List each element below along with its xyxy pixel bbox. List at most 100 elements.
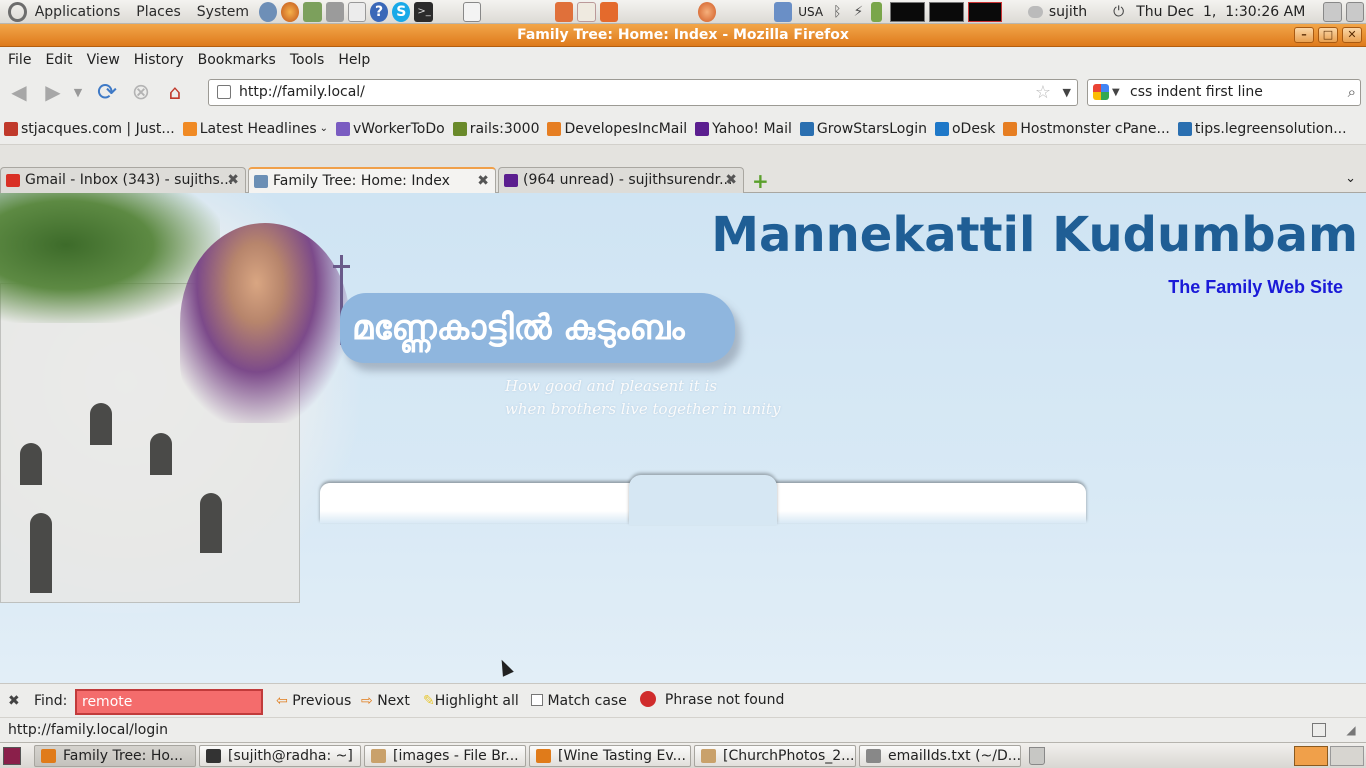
- search-magnifier-icon[interactable]: ⌕: [1348, 80, 1356, 105]
- system-monitor-memory[interactable]: [928, 1, 964, 22]
- places-menu[interactable]: Places: [128, 4, 189, 20]
- terminal-launcher-icon[interactable]: >_: [414, 1, 433, 22]
- battery-icon[interactable]: [871, 1, 883, 22]
- find-next-button[interactable]: ⇨ Next: [361, 693, 410, 709]
- site-nav-tab[interactable]: [629, 475, 777, 525]
- tab-gmail[interactable]: Gmail - Inbox (343) - sujiths... ✖: [0, 167, 246, 193]
- bookmark-item[interactable]: Latest Headlines ⌄: [182, 120, 328, 137]
- folder-launcher-icon[interactable]: [599, 1, 618, 22]
- search-engine-dropdown-icon[interactable]: ▼: [1112, 80, 1120, 105]
- list-all-tabs-chevron-icon[interactable]: ⌄: [1345, 171, 1356, 186]
- file-manager-launcher-icon[interactable]: [303, 1, 322, 22]
- help-launcher-icon[interactable]: ?: [370, 1, 389, 22]
- bookmark-item[interactable]: rails:3000: [452, 121, 539, 137]
- network-icon[interactable]: ⚡: [853, 4, 863, 20]
- window-titlebar[interactable]: Family Tree: Home: Index - Mozilla Firef…: [0, 24, 1366, 47]
- workspace-switcher-icon[interactable]: [1345, 1, 1365, 22]
- keyboard-layout-indicator[interactable]: USA: [798, 5, 823, 19]
- taskbar-item-email-ids[interactable]: emailIds.txt (~/D...: [859, 745, 1021, 767]
- skype-launcher-icon[interactable]: S: [392, 1, 411, 22]
- bookmark-star-icon[interactable]: ☆: [1035, 80, 1051, 105]
- history-dropdown-icon[interactable]: ▼: [68, 86, 88, 99]
- bookmark-item[interactable]: GrowStarsLogin: [799, 121, 927, 137]
- flag-icon[interactable]: [774, 1, 793, 22]
- home-folder-launcher-icon[interactable]: [555, 1, 574, 22]
- close-window-button[interactable]: ✕: [1342, 27, 1362, 43]
- reload-icon[interactable]: ⟳: [92, 77, 122, 107]
- bookmark-item[interactable]: Hostmonster cPane...: [1003, 121, 1170, 137]
- stop-icon[interactable]: ⊗: [126, 77, 156, 107]
- menu-edit[interactable]: Edit: [39, 52, 78, 68]
- trash-icon[interactable]: [1029, 747, 1045, 765]
- chat-status-icon[interactable]: [1028, 5, 1043, 18]
- resize-grip-icon[interactable]: ◢: [1344, 723, 1358, 737]
- tab-family-tree[interactable]: Family Tree: Home: Index ✖: [248, 167, 496, 194]
- show-desktop-icon[interactable]: [3, 747, 21, 765]
- menu-history[interactable]: History: [128, 52, 190, 68]
- pidgin-launcher-icon[interactable]: [258, 1, 278, 22]
- workspace-1-icon[interactable]: [1294, 746, 1328, 766]
- bookmark-label: Latest Headlines: [199, 120, 317, 137]
- notes-launcher-icon[interactable]: [462, 1, 482, 22]
- url-dropdown-icon[interactable]: ▼: [1063, 80, 1071, 105]
- find-input[interactable]: remote: [75, 689, 263, 715]
- search-bar[interactable]: ▼ css indent first line ⌕: [1087, 79, 1361, 106]
- documents-launcher-icon[interactable]: [577, 1, 596, 22]
- back-arrow-icon[interactable]: ◀: [4, 77, 34, 107]
- taskbar-item-terminal[interactable]: [sujith@radha: ~]: [199, 745, 361, 767]
- bookmark-favicon-icon: [799, 121, 814, 136]
- find-previous-button[interactable]: ⇦ Previous: [276, 693, 351, 709]
- close-tab-icon[interactable]: ✖: [227, 168, 239, 192]
- bookmark-item[interactable]: stjacques.com | Just...: [4, 121, 175, 137]
- maximize-window-button[interactable]: □: [1318, 27, 1338, 43]
- site-identity-icon[interactable]: [217, 85, 231, 99]
- bookmark-item[interactable]: oDesk: [934, 120, 996, 137]
- menu-bookmarks[interactable]: Bookmarks: [192, 52, 282, 68]
- show-desktop-icon[interactable]: [1323, 1, 1342, 22]
- search-input[interactable]: css indent first line: [1130, 84, 1263, 100]
- url-bar[interactable]: http://family.local/ ☆ ▼: [208, 79, 1078, 106]
- menu-tools[interactable]: Tools: [284, 52, 331, 68]
- close-findbar-icon[interactable]: ✖: [8, 693, 20, 709]
- taskbar-item-church-photos[interactable]: [ChurchPhotos_2...: [694, 745, 856, 767]
- bluetooth-icon[interactable]: ᛒ: [833, 4, 841, 20]
- menu-view[interactable]: View: [81, 52, 126, 68]
- ubuntu-logo-icon[interactable]: [8, 1, 27, 22]
- bookmark-item[interactable]: vWorkerToDo: [336, 121, 445, 137]
- bookmark-label: oDesk: [951, 120, 996, 137]
- close-tab-icon[interactable]: ✖: [477, 169, 489, 193]
- taskbar-item-file-browser[interactable]: [images - File Br...: [364, 745, 526, 767]
- bookmark-item[interactable]: DevelopesIncMail: [547, 121, 687, 137]
- firefox-launcher-icon[interactable]: [281, 1, 300, 22]
- taskbar-item-wine-tasting[interactable]: [Wine Tasting Ev...: [529, 745, 691, 767]
- menu-file[interactable]: File: [2, 52, 37, 68]
- forward-arrow-icon[interactable]: ▶: [38, 77, 68, 107]
- tab-mail-unread[interactable]: (964 unread) - sujithsurendr... ✖: [498, 167, 744, 193]
- calculator-launcher-icon[interactable]: [325, 1, 344, 22]
- close-tab-icon[interactable]: ✖: [725, 168, 737, 192]
- system-monitor-network[interactable]: [967, 1, 1003, 22]
- addon-bar-icon[interactable]: [1312, 723, 1326, 737]
- motto-line-2: when brothers live together in unity: [505, 400, 781, 418]
- system-menu[interactable]: System: [189, 4, 257, 20]
- taskbar-item-firefox[interactable]: Family Tree: Ho...: [34, 745, 196, 767]
- network-globe-icon[interactable]: [697, 1, 717, 22]
- home-icon[interactable]: ⌂: [160, 77, 190, 107]
- menu-help[interactable]: Help: [332, 52, 376, 68]
- bookmark-label: stjacques.com | Just...: [21, 120, 175, 137]
- bookmark-item[interactable]: tips.legreensolution...: [1177, 121, 1347, 137]
- minimize-window-button[interactable]: –: [1294, 27, 1314, 43]
- search-engine-google-icon[interactable]: [1093, 84, 1109, 100]
- new-tab-plus-icon[interactable]: +: [752, 169, 769, 193]
- match-case-checkbox[interactable]: Match case: [531, 693, 627, 709]
- church-arch: [20, 443, 42, 485]
- bookmark-item[interactable]: Yahoo! Mail: [695, 121, 792, 137]
- clock[interactable]: Thu Dec 1, 1:30:26 AM: [1136, 4, 1305, 20]
- power-icon[interactable]: ⏻: [1113, 4, 1124, 20]
- user-name[interactable]: sujith: [1049, 4, 1087, 20]
- applications-menu[interactable]: Applications: [27, 4, 129, 20]
- highlight-all-button[interactable]: ✎Highlight all: [423, 693, 519, 709]
- text-editor-launcher-icon[interactable]: [347, 1, 367, 22]
- workspace-2-icon[interactable]: [1330, 746, 1364, 766]
- system-monitor-cpu[interactable]: [890, 1, 925, 22]
